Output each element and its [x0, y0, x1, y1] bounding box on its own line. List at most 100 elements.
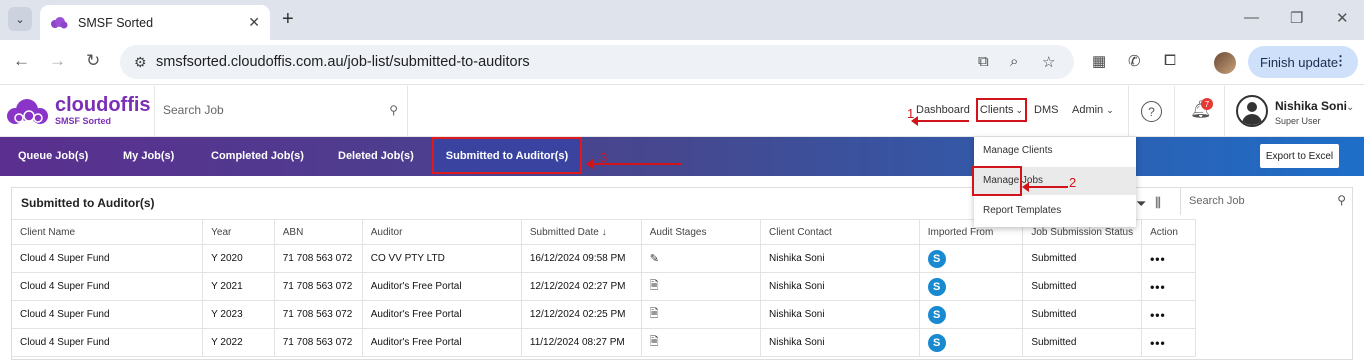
jobs-table: Client Name Year ABN Auditor Submitted D… — [12, 219, 1196, 357]
more-actions-icon[interactable]: ••• — [1150, 280, 1166, 294]
cell-client[interactable]: Cloud 4 Super Fund — [12, 328, 204, 357]
minimize-icon[interactable]: — — [1244, 9, 1259, 26]
col-auditor[interactable]: Auditor — [362, 219, 522, 245]
more-actions-icon[interactable]: ••• — [1150, 336, 1166, 350]
divider — [1224, 86, 1225, 137]
cell-imported-from: S — [919, 244, 1024, 273]
col-audit-stages[interactable]: Audit Stages — [641, 219, 762, 245]
nav-dashboard[interactable]: Dashboard — [916, 104, 970, 116]
header-search-input[interactable] — [163, 103, 383, 117]
cell-action: ••• — [1141, 300, 1196, 329]
new-tab-icon[interactable]: + — [282, 8, 294, 31]
menu-item-report-templates[interactable]: Report Templates — [983, 205, 1061, 216]
col-submitted-date[interactable]: Submitted Date ↓ — [521, 219, 642, 245]
cell-date: 12/12/2024 02:27 PM — [521, 272, 642, 301]
col-abn[interactable]: ABN — [274, 219, 363, 245]
cell-status: Submitted — [1022, 272, 1143, 301]
tab-search-button[interactable]: ⌄ — [8, 7, 32, 31]
cloudoffis-logo[interactable]: cloudoffis SMSF Sorted — [5, 94, 151, 128]
more-actions-icon[interactable]: ••• — [1150, 308, 1166, 322]
col-client-contact[interactable]: Client Contact — [760, 219, 920, 245]
chevron-down-icon: ⌄ — [1106, 105, 1114, 115]
cell-status: Submitted — [1022, 328, 1143, 357]
audit-stage-edit-icon[interactable]: ✎ — [650, 253, 659, 265]
open-in-app-icon[interactable]: ⧉ — [978, 53, 989, 70]
tab-submitted-to-auditors[interactable]: Submitted to Auditor(s) — [432, 137, 582, 174]
tab-deleted-jobs[interactable]: Deleted Job(s) — [338, 150, 414, 162]
cloudoffis-favicon-icon — [51, 16, 68, 28]
forward-icon[interactable]: → — [49, 51, 66, 71]
site-info-icon[interactable]: ⚙ — [134, 54, 147, 71]
cell-client[interactable]: Cloud 4 Super Fund — [12, 300, 204, 329]
annotation-arrow-1 — [911, 116, 969, 126]
cell-year: Y 2021 — [202, 272, 275, 301]
audit-stage-doc-icon[interactable]: 🗎︎ — [650, 280, 659, 292]
finish-update-button[interactable]: Finish update ⋮ — [1248, 46, 1358, 78]
back-icon[interactable]: ← — [13, 51, 30, 71]
extensions-icon[interactable]: ⧠ — [1164, 52, 1176, 69]
finish-update-label: Finish update — [1260, 54, 1339, 70]
table-row[interactable]: Cloud 4 Super Fund Y 2023 71 708 563 072… — [12, 300, 1196, 329]
table-row[interactable]: Cloud 4 Super Fund Y 2020 71 708 563 072… — [12, 244, 1196, 273]
col-action[interactable]: Action — [1141, 219, 1196, 245]
app-header: cloudoffis SMSF Sorted ⚲ Dashboard Clien… — [0, 86, 1364, 137]
user-role: Super User — [1275, 116, 1321, 126]
address-bar[interactable]: ⚙ smsfsorted.cloudoffis.com.au/job-list/… — [120, 45, 1074, 79]
qr-code-icon[interactable]: ▦ — [1092, 52, 1106, 70]
tab-my-jobs[interactable]: My Job(s) — [123, 150, 174, 162]
more-actions-icon[interactable]: ••• — [1150, 252, 1166, 266]
phone-extension-icon[interactable]: ✆ — [1128, 52, 1141, 70]
browser-tab-strip: ⌄ SMSF Sorted ✕ + — ❐ ✕ — [0, 0, 1364, 40]
close-tab-icon[interactable]: ✕ — [248, 14, 260, 31]
nav-admin[interactable]: Admin ⌄ — [1072, 104, 1114, 116]
audit-stage-doc-icon[interactable]: 🗎︎ — [650, 308, 659, 320]
audit-stage-doc-icon[interactable]: 🗎︎ — [650, 336, 659, 348]
nav-dms[interactable]: DMS — [1034, 104, 1058, 116]
browser-tab[interactable]: SMSF Sorted ✕ — [40, 5, 270, 40]
user-name[interactable]: Nishika Soni — [1275, 99, 1347, 113]
sort-down-arrow-icon[interactable]: ↓ — [602, 227, 607, 238]
window-close-icon[interactable]: ✕ — [1336, 9, 1349, 27]
table-row[interactable]: Cloud 4 Super Fund Y 2021 71 708 563 072… — [12, 272, 1196, 301]
export-to-excel-button[interactable]: Export to Excel — [1260, 144, 1339, 168]
tab-queue-jobs[interactable]: Queue Job(s) — [18, 150, 88, 162]
job-tabs-bar: Queue Job(s) My Job(s) Completed Job(s) … — [0, 137, 1364, 176]
cell-status: Submitted — [1022, 244, 1143, 273]
zoom-icon[interactable]: ⌕ — [1010, 53, 1018, 70]
cell-imported-from: S — [919, 272, 1024, 301]
filter-icon[interactable]: ⏷ — [1136, 196, 1146, 212]
url-text: smsfsorted.cloudoffis.com.au/job-list/su… — [156, 54, 530, 70]
reload-icon[interactable]: ↻ — [86, 51, 100, 71]
manage-jobs-highlight-box — [972, 166, 1022, 196]
col-client-name[interactable]: Client Name — [12, 219, 204, 245]
cell-action: ••• — [1141, 272, 1196, 301]
search-icon[interactable]: ⚲ — [1337, 193, 1346, 207]
nav-clients-label: Clients — [979, 104, 1014, 116]
nav-clients[interactable]: Clients ⌄ — [976, 98, 1027, 122]
table-search-input[interactable] — [1189, 195, 1329, 207]
browser-menu-icon[interactable]: ⋮ — [1334, 53, 1348, 69]
cell-contact: Nishika Soni — [760, 272, 920, 301]
search-icon[interactable]: ⚲ — [389, 103, 398, 117]
tab-completed-jobs[interactable]: Completed Job(s) — [211, 150, 304, 162]
menu-item-manage-clients[interactable]: Manage Clients — [983, 145, 1052, 156]
notification-badge: 7 — [1201, 98, 1213, 110]
submitted-jobs-card: Submitted to Auditor(s) ⏷ ⫼ ⚲ Client Nam… — [11, 187, 1353, 360]
cell-year: Y 2020 — [202, 244, 275, 273]
cell-audit-stages: 🗎︎ — [641, 328, 762, 357]
bookmark-star-icon[interactable]: ☆ — [1042, 53, 1055, 71]
table-row[interactable]: Cloud 4 Super Fund Y 2022 71 708 563 072… — [12, 328, 1196, 357]
profile-avatar[interactable] — [1214, 52, 1236, 74]
user-menu-chevron-icon[interactable]: ⌄ — [1346, 102, 1354, 113]
col-year[interactable]: Year — [202, 219, 275, 245]
user-avatar[interactable] — [1236, 95, 1268, 127]
restore-icon[interactable]: ❐ — [1290, 9, 1303, 27]
cell-abn: 71 708 563 072 — [274, 244, 363, 273]
cell-client[interactable]: Cloud 4 Super Fund — [12, 272, 204, 301]
cell-client[interactable]: Cloud 4 Super Fund — [12, 244, 204, 273]
cell-imported-from: S — [919, 300, 1024, 329]
column-settings-icon[interactable]: ⫼ — [1155, 195, 1161, 211]
help-icon[interactable]: ? — [1141, 101, 1162, 122]
divider — [1128, 86, 1129, 137]
cell-year: Y 2022 — [202, 328, 275, 357]
